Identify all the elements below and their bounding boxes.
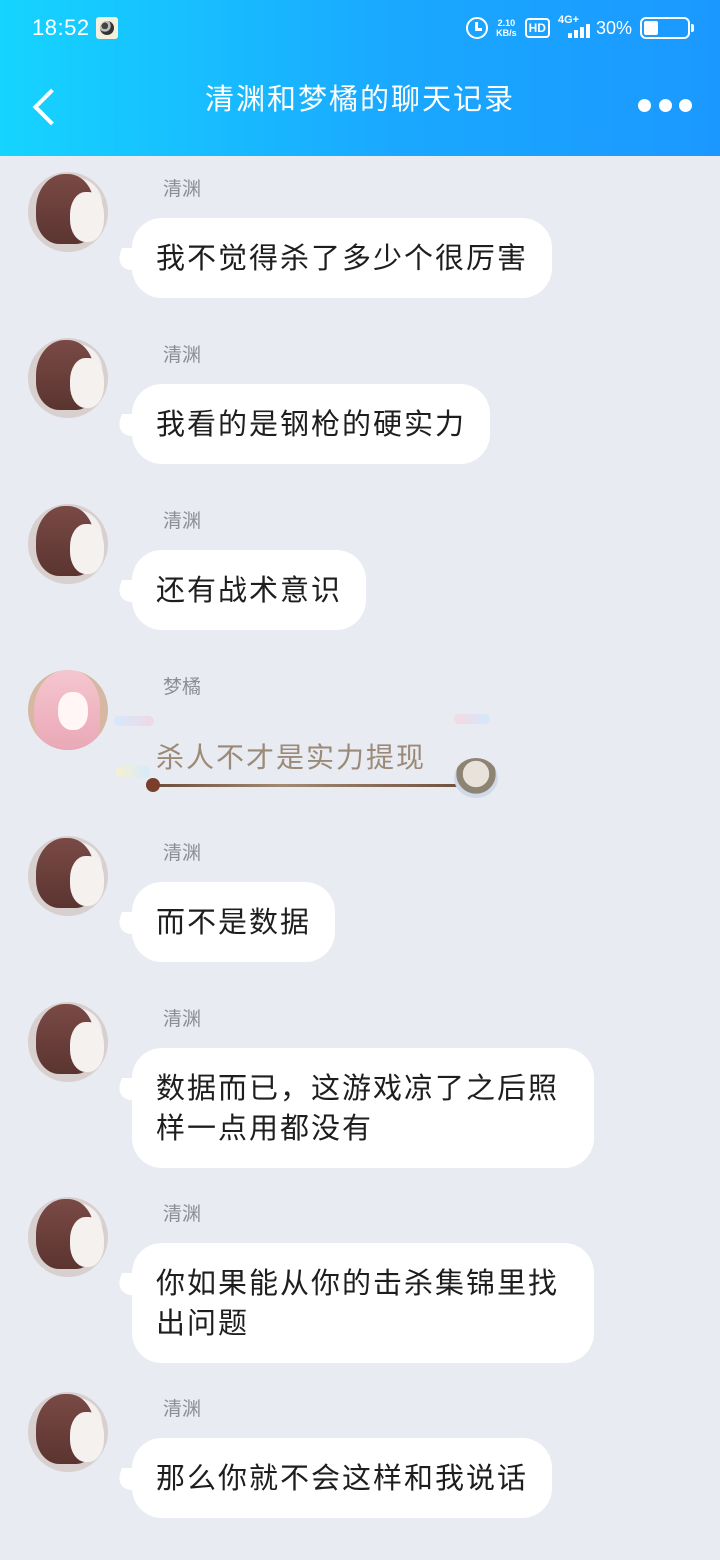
cloud-decoration [454,714,490,724]
hd-icon: HD [524,18,550,38]
app-notification-icon [96,17,118,39]
sender-name: 清渊 [163,1203,202,1225]
sender-name: 清渊 [163,510,202,532]
decorated-message-bubble[interactable]: 杀人不才是实力提现 [114,712,504,812]
message-text: 杀人不才是实力提现 [156,741,427,774]
message-bubble[interactable]: 数据而已，这游戏凉了之后照样一点用都没有 [132,1048,594,1168]
header: 18:52 2.10 KB/s HD 4G+ 30% 清渊和梦橘的聊天记录 [0,0,720,156]
avatar[interactable] [28,1392,108,1472]
avatar[interactable] [28,504,108,584]
more-dot-icon [638,98,651,112]
signal-bar [585,24,590,38]
avatar[interactable] [28,670,108,750]
cloud-decoration [116,766,150,778]
message-bubble[interactable]: 而不是数据 [132,882,336,962]
message-bubble[interactable]: 还有战术意识 [132,550,367,630]
sender-name: 清渊 [163,1008,202,1030]
net-speed-value: 2.10 [497,18,516,28]
message-bubble[interactable]: 那么你就不会这样和我说话 [132,1438,553,1518]
avatar[interactable] [28,836,108,916]
brush-line-decoration [150,784,480,787]
network-type-label: 4G+ [557,14,580,26]
sender-name: 清渊 [163,178,202,200]
more-dot-icon [679,98,692,112]
status-time: 18:52 [32,15,90,40]
page-title: 清渊和梦橘的聊天记录 [204,82,515,116]
message-bubble[interactable]: 你如果能从你的击杀集锦里找出问题 [132,1243,594,1363]
cloud-decoration [114,716,154,726]
sender-name: 梦橘 [163,676,202,698]
signal-bar [579,27,584,38]
battery-icon [640,17,694,39]
message-bubble[interactable]: 我看的是钢枪的硬实力 [132,384,491,464]
more-options-button[interactable] [638,96,692,114]
more-dot-icon [658,98,672,112]
status-bar: 18:52 2.10 KB/s HD 4G+ 30% [0,0,720,56]
avatar[interactable] [28,1002,108,1082]
net-speed: 2.10 KB/s [496,18,517,38]
figure-decoration [454,758,498,798]
battery-fill [644,21,658,35]
avatar[interactable] [28,1197,108,1277]
signal-bar [567,33,572,38]
net-speed-unit: KB/s [496,28,517,38]
signal-icon: 4G+ [557,14,590,40]
knot-decoration [146,778,160,792]
avatar[interactable] [28,338,108,418]
status-indicators: 2.10 KB/s HD 4G+ 30% [466,14,694,42]
back-button[interactable] [26,82,66,132]
avatar[interactable] [28,172,108,252]
battery-percent: 30% [595,17,632,38]
sender-name: 清渊 [163,1398,202,1420]
alarm-icon [466,17,489,39]
message-bubble[interactable]: 我不觉得杀了多少个很厉害 [132,218,553,298]
signal-bar [573,30,578,38]
sender-name: 清渊 [163,842,202,864]
sender-name: 清渊 [163,344,202,366]
